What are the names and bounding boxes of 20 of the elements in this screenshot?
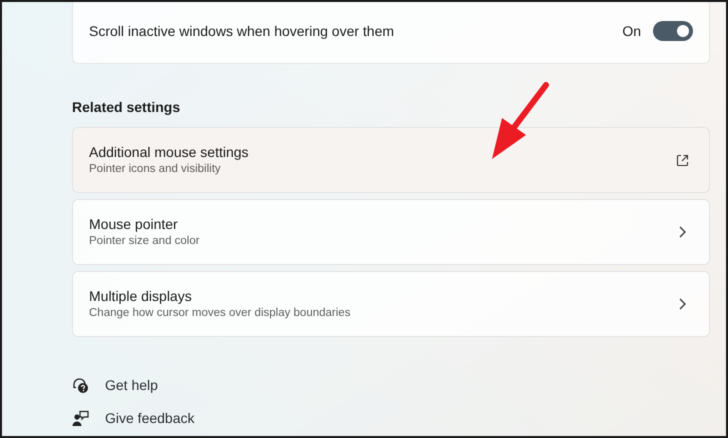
- setting-title: Multiple displays: [89, 287, 193, 305]
- setting-card[interactable]: Multiple displays Change how cursor moves over display boundaries: [72, 271, 710, 337]
- setting-title: Additional mouse settings: [89, 143, 250, 161]
- external-link-icon: [676, 154, 689, 166]
- help-icon: [72, 377, 89, 394]
- setting-label: Scroll inactive windows when hovering over them: [89, 22, 396, 41]
- setting-description: Pointer size and color: [89, 234, 201, 249]
- setting-description: Pointer icons and visibility: [89, 162, 222, 177]
- setting-card[interactable]: Additional mouse settings Pointer icons and visibility: [72, 127, 710, 193]
- feedback-icon: [72, 410, 89, 427]
- chevron-right-icon: [679, 298, 686, 310]
- toggle-switch[interactable]: [653, 21, 693, 41]
- setting-description: Change how cursor moves over display boundaries: [89, 306, 352, 321]
- toggle-state-text: On: [622, 22, 641, 40]
- section-heading: Related settings: [72, 98, 182, 117]
- setting-card[interactable]: Mouse pointer Pointer size and color: [72, 199, 710, 265]
- help-link[interactable]: Get help: [105, 375, 158, 396]
- chevron-right-icon: [679, 226, 686, 238]
- setting-title: Mouse pointer: [89, 215, 179, 233]
- help-link[interactable]: Give feedback: [105, 408, 194, 429]
